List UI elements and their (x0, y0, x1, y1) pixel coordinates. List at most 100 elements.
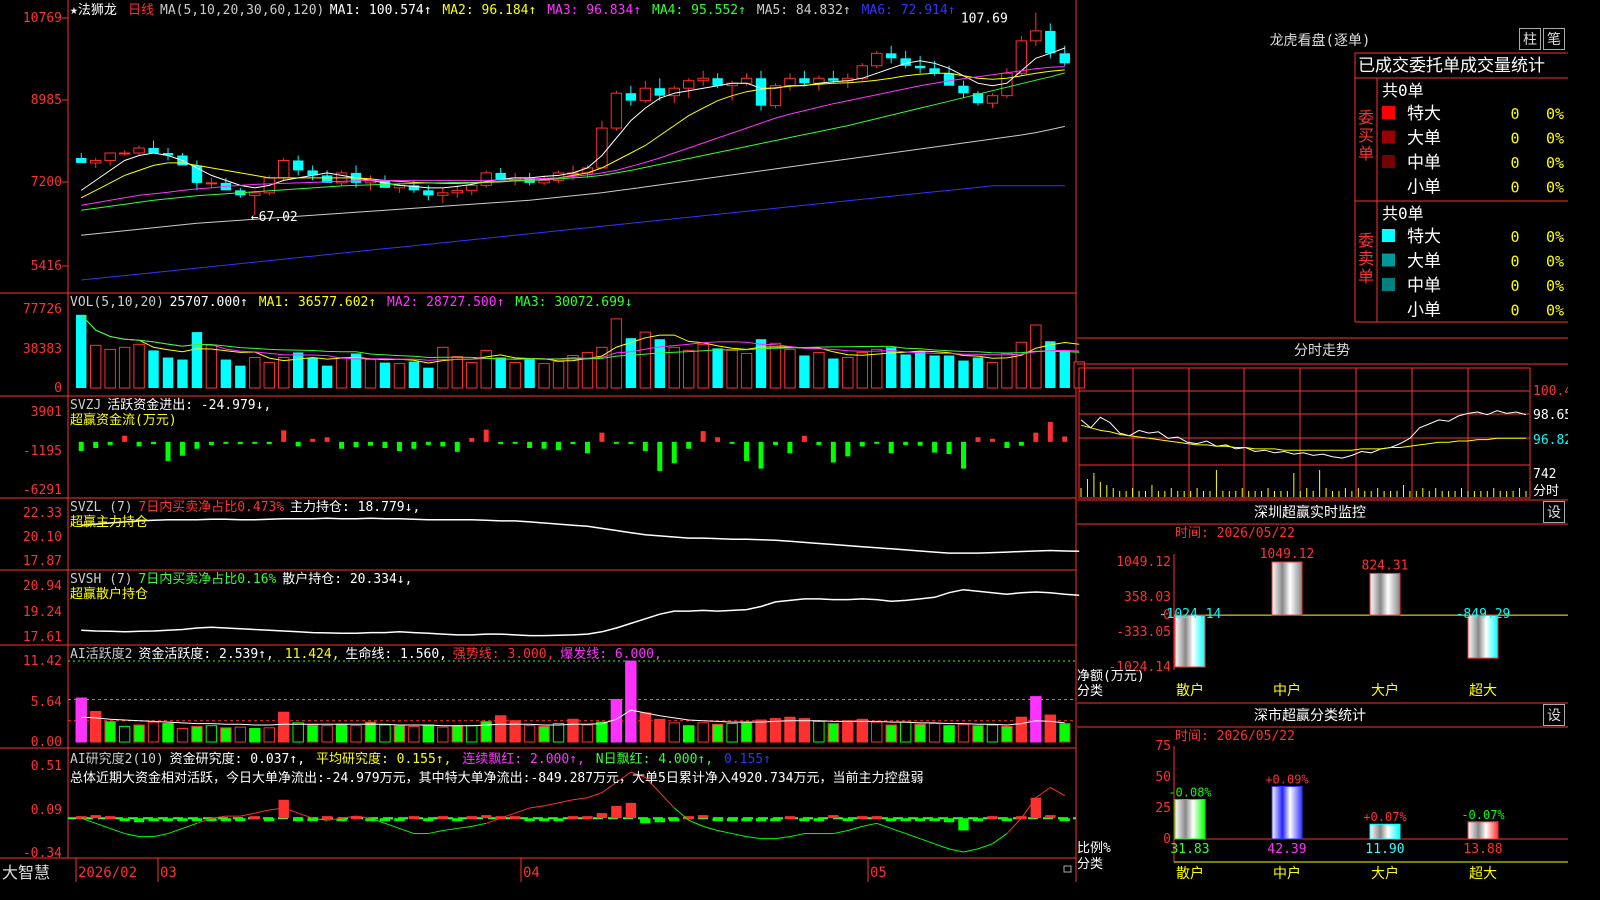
research-line-seg-2 (95, 822, 111, 829)
ai-active-bar-2 (104, 720, 116, 743)
monitor-ytick-0: 1049.12 (1116, 555, 1171, 570)
svzj-bar-8 (194, 441, 200, 449)
research-line-seg-59 (919, 838, 935, 845)
sell-group-swatch-3 (1382, 302, 1395, 316)
intraday-ytick-4: 分时 (1533, 484, 1559, 499)
vol-bar-67 (1045, 341, 1056, 388)
monitor-category-0: 散户 (1176, 682, 1204, 699)
ai-research-ytick-0: 0.51 (31, 759, 62, 774)
research-line-seg-27 (457, 825, 472, 829)
research-line-seg-43 (688, 819, 704, 827)
svzj-bar-6 (165, 441, 171, 461)
intraday-ytick-0: 100.4 (1533, 384, 1568, 399)
vol-bar-29 (495, 357, 506, 388)
research-line-seg-58 (905, 833, 921, 840)
ai-active-bar-48 (769, 718, 782, 743)
lock-icon (1063, 865, 1072, 873)
svzj-bar-4 (136, 441, 142, 447)
ai-active-bar-60 (943, 725, 955, 743)
monitor-category-3: 超大 (1469, 683, 1497, 699)
buy-group-row-name-3: 小单 (1407, 178, 1441, 198)
vol-ytick-1: 38383 (23, 342, 62, 357)
ai-research-bar-7 (177, 818, 188, 822)
svzj-bar-3 (122, 435, 128, 442)
svzj-ytick-2: -6291 (23, 483, 62, 498)
main-legend-3: MA1: 100.574↑ (330, 3, 432, 18)
sz-monitor-settings-button[interactable]: 设 (1543, 501, 1565, 523)
svzj-bar-62 (975, 437, 981, 442)
vol-bar-65 (1015, 341, 1028, 389)
svzj-bar-12 (252, 441, 258, 444)
monitor-value-label-1: 1049.12 (1260, 547, 1315, 562)
low-mark-label: ←67.02 (251, 210, 298, 225)
sell-group-row-name-1: 大单 (1407, 252, 1441, 272)
research-line-seg-33 (543, 802, 559, 807)
svzj-bar-43 (700, 431, 706, 442)
svzj-ytick-1: -1195 (23, 444, 62, 459)
ai-active-bar-3 (118, 725, 131, 743)
ai-active-bar-46 (740, 721, 753, 743)
svsh-line (81, 588, 1080, 637)
ai-active-bar-9 (205, 725, 218, 743)
ai-research-bar-41 (669, 818, 680, 822)
svsh-legend-2: 散户持仓: 20.334↓, (282, 571, 412, 587)
bar-mode-button[interactable]: 柱 (1519, 28, 1541, 50)
research-line-seg-34 (558, 799, 574, 804)
research-line-seg-6 (153, 833, 169, 838)
svzj-subtitle: 超赢资金流(万元) (70, 412, 177, 428)
svzj-bar-24 (425, 441, 431, 445)
vol-bar-17 (321, 365, 333, 388)
ai-active-bar-6 (162, 723, 174, 743)
dragon-tiger-title: 龙虎看盘(逐单) (1270, 32, 1371, 49)
sell-group-label-1: 卖 (1358, 249, 1374, 268)
ai-research-bar-32 (538, 818, 550, 822)
svzj-bar-13 (266, 441, 272, 445)
ai-research-bar-62 (972, 818, 984, 822)
ai-research-bar-68 (1059, 818, 1070, 822)
ai-research-bar-28 (481, 815, 492, 819)
ai-active-bar-40 (654, 718, 666, 743)
ai-active-bar-63 (986, 724, 999, 743)
svzj-bar-5 (151, 441, 157, 445)
svzl-ytick-0: 22.33 (23, 506, 62, 521)
sell-group-total: 共0单 (1382, 204, 1424, 223)
buy-group-row-count-1: 0 (1510, 130, 1519, 148)
ai-research-bar-36 (596, 813, 608, 819)
sell-group-row-count-1: 0 (1510, 253, 1519, 271)
svzj-bar-33 (556, 441, 562, 451)
date-label-1: 03 (160, 865, 177, 881)
svzj-bar-0 (78, 441, 84, 452)
svzl-subtitle: 超赢主力持仓 (70, 514, 148, 530)
ai-active-bar-66 (1030, 696, 1042, 743)
main-ytick-1: 8985 (31, 93, 62, 108)
svzj-bar-64 (1004, 441, 1010, 448)
main-ytick-2: 7200 (31, 175, 62, 190)
terminal-chart[interactable]: 10769 8985 7200 5416 ★法狮龙 日线 MA(5,10,20,30,60,… (0, 0, 1568, 882)
candle-body-47 (755, 78, 767, 106)
ai-research-bar-38 (625, 802, 637, 819)
svzj-bar-36 (599, 432, 605, 442)
ai-active-bar-19 (350, 725, 362, 743)
intraday-ytick-3: 742 (1533, 467, 1556, 482)
stroke-mode-button[interactable]: 笔 (1543, 28, 1565, 50)
class-change-label-3: -0.07% (1461, 808, 1505, 822)
ai-active-bar-62 (972, 725, 984, 743)
class-change-label-0: -0.08% (1168, 786, 1212, 800)
research-line-seg-7 (167, 827, 183, 835)
svzj-bar-55 (874, 441, 880, 444)
vol-bar-21 (379, 362, 391, 388)
svzj-bar-34 (570, 441, 576, 445)
ai-active-bar-8 (191, 725, 203, 743)
sz-class-settings-button[interactable]: 设 (1543, 704, 1565, 726)
candle-body-50 (799, 78, 810, 84)
sell-group-row-pct-2: 0% (1546, 277, 1564, 295)
ai-active-bar-33 (552, 723, 565, 743)
svzj-bar-45 (729, 441, 735, 444)
monitor-value-label-0: -1024.14 (1159, 607, 1222, 622)
ai-active-bar-57 (899, 721, 912, 743)
svzj-bar-37 (613, 441, 619, 444)
research-line-seg-55 (862, 822, 877, 827)
research-line-seg-3 (109, 827, 125, 835)
svzj-bar-67 (1047, 421, 1053, 442)
research-line-seg-4 (124, 833, 140, 838)
